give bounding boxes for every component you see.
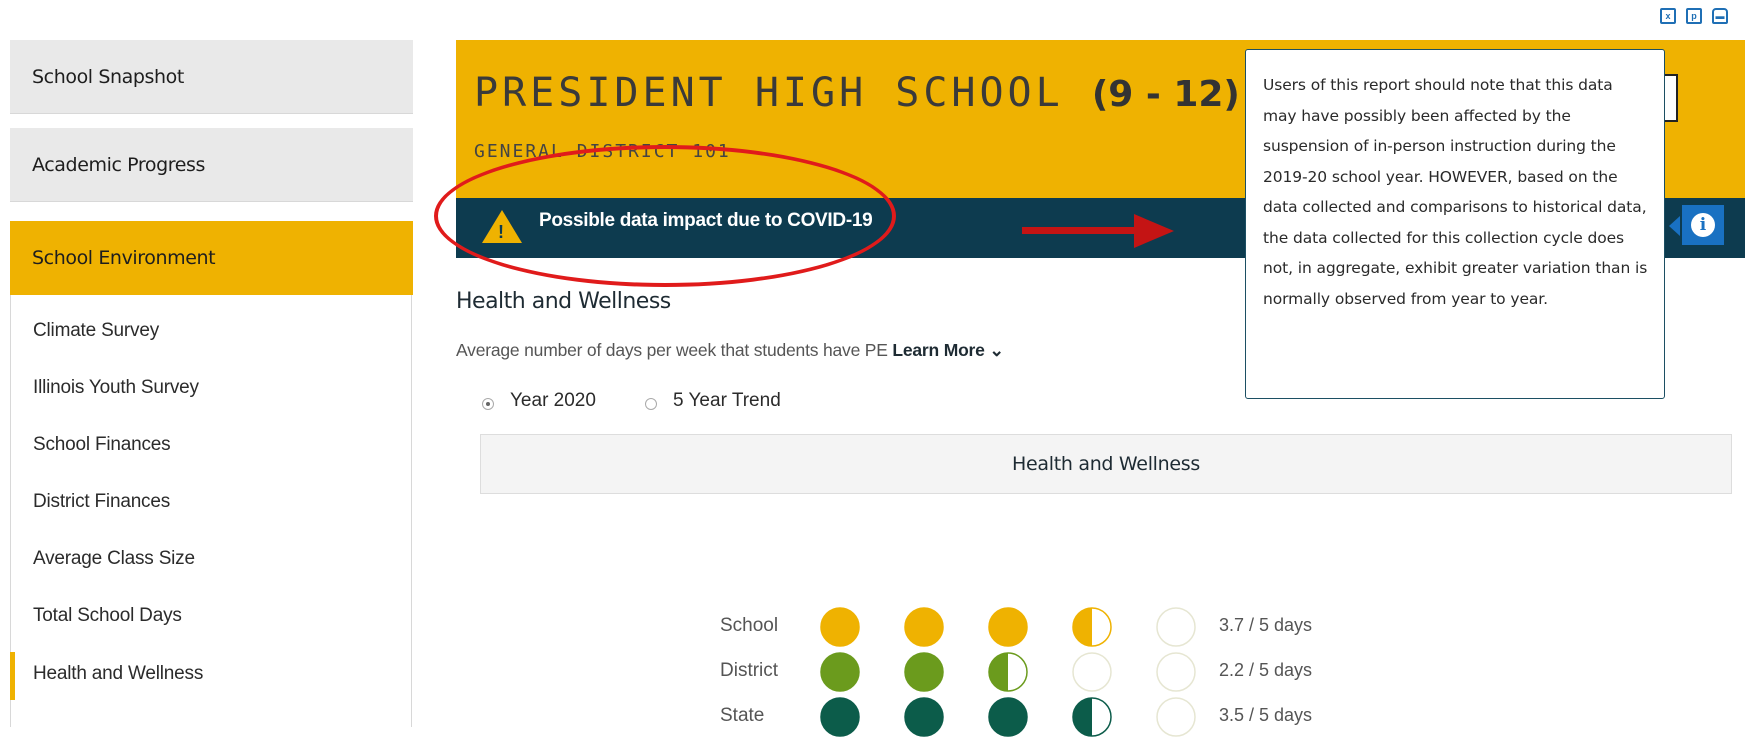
row-value-state: 3.5 / 5 days xyxy=(1219,705,1313,725)
sidebar-submenu: Climate Survey Illinois Youth Survey Sch… xyxy=(10,295,412,727)
section-description: Average number of days per week that stu… xyxy=(456,340,1004,361)
annotation-arrow xyxy=(1022,227,1138,234)
sidebar-item-health-and-wellness[interactable]: Health and Wellness xyxy=(33,663,203,685)
day-dot-state-2 xyxy=(904,697,944,737)
radio-label-5-year-trend[interactable]: 5 Year Trend xyxy=(673,390,781,412)
school-name: PRESIDENT HIGH SCHOOL xyxy=(474,70,1064,116)
day-dot-district-4 xyxy=(1072,652,1112,692)
day-dot-partial-school xyxy=(1073,608,1092,646)
annotation-arrow-head xyxy=(1134,214,1174,248)
sidebar-item-climate-survey[interactable]: Climate Survey xyxy=(33,320,159,342)
section-title: Health and Wellness xyxy=(456,289,671,314)
day-dot-state-3 xyxy=(988,697,1028,737)
grade-range: (9 - 12) xyxy=(1091,74,1240,115)
export-pdf-icon[interactable]: p xyxy=(1686,8,1702,24)
row-label-state: State xyxy=(720,705,765,726)
chart-header: Health and Wellness xyxy=(480,434,1732,494)
day-dot-school-1 xyxy=(820,607,860,647)
print-icon[interactable]: ▬ xyxy=(1712,8,1728,24)
days-dot-chart xyxy=(820,607,1196,737)
export-excel-icon[interactable]: x xyxy=(1660,8,1676,24)
info-button[interactable]: i xyxy=(1680,203,1726,247)
radio-label-year-2020[interactable]: Year 2020 xyxy=(510,390,596,412)
row-value-district: 2.2 / 5 days xyxy=(1219,660,1313,680)
school-title: PRESIDENT HIGH SCHOOL (9 - 12) xyxy=(474,70,1240,116)
day-dot-state-1 xyxy=(820,697,860,737)
day-dot-district-1 xyxy=(820,652,860,692)
day-dot-partial-state xyxy=(1073,698,1092,736)
sidebar-item-illinois-youth-survey[interactable]: Illinois Youth Survey xyxy=(33,377,199,399)
tooltip-pointer xyxy=(1669,216,1680,236)
day-dot-district-2 xyxy=(904,652,944,692)
sidebar-section-school-environment[interactable]: School Environment xyxy=(10,221,413,295)
sidebar-section-school-snapshot[interactable]: School Snapshot xyxy=(10,40,413,114)
day-dot-state-5 xyxy=(1156,697,1196,737)
sidebar-item-school-finances[interactable]: School Finances xyxy=(33,434,171,456)
info-icon: i xyxy=(1691,213,1715,237)
day-dot-school-2 xyxy=(904,607,944,647)
tooltip-text: Users of this report should note that th… xyxy=(1263,76,1648,308)
export-toolbar: x p ▬ xyxy=(1660,8,1728,26)
sidebar-item-average-class-size[interactable]: Average Class Size xyxy=(33,548,195,570)
chevron-down-icon: ⌄ xyxy=(989,340,1004,360)
learn-more-link[interactable]: Learn More ⌄ xyxy=(892,340,1004,360)
row-value-school: 3.7 / 5 days xyxy=(1219,615,1313,635)
day-dot-school-3 xyxy=(988,607,1028,647)
radio-year-2020[interactable] xyxy=(482,398,494,410)
description-text: Average number of days per week that stu… xyxy=(456,340,888,360)
covid-tooltip: Users of this report should note that th… xyxy=(1245,49,1665,399)
day-dot-school-5 xyxy=(1156,607,1196,647)
sidebar-item-district-finances[interactable]: District Finances xyxy=(33,491,170,513)
row-label-district: District xyxy=(720,660,779,681)
radio-5-year-trend[interactable] xyxy=(645,398,657,410)
day-dot-partial-district xyxy=(989,653,1008,691)
row-label-school: School xyxy=(720,615,779,636)
sidebar-section-academic-progress[interactable]: Academic Progress xyxy=(10,128,413,202)
annotation-ellipse xyxy=(434,145,896,287)
day-dot-district-5 xyxy=(1156,652,1196,692)
sidebar-item-total-school-days[interactable]: Total School Days xyxy=(33,605,182,627)
active-item-marker xyxy=(10,652,15,700)
